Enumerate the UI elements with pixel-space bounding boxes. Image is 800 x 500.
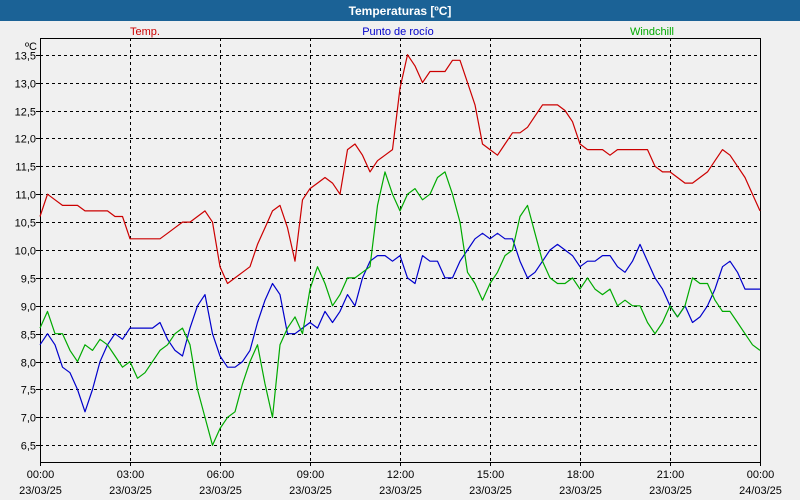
- y-axis-unit: ºC: [25, 41, 37, 53]
- x-tick-time: 06:00: [207, 469, 235, 481]
- y-tick-label: 10,5: [15, 218, 36, 230]
- y-tick-label: 6,5: [21, 441, 36, 453]
- y-tick-label: 11,5: [15, 162, 36, 174]
- x-tick-time: 09:00: [297, 469, 325, 481]
- y-tick-label: 7,0: [21, 413, 36, 425]
- x-tick-date: 23/03/25: [199, 485, 242, 497]
- y-tick-label: 9,0: [21, 302, 36, 314]
- legend-entry-temp: Temp.: [130, 26, 160, 38]
- legend-entry-punto-de-roc-o: Punto de rocío: [362, 26, 434, 38]
- x-tick-date: 23/03/25: [109, 485, 152, 497]
- x-tick-time: 03:00: [117, 469, 145, 481]
- y-tick-label: 10,0: [15, 246, 36, 258]
- temperature-chart: 6,5 7,0 7,5 8,0 8,5 9,0 9,5 10,0 10,5 11,0 11,5 12,…: [15, 26, 782, 497]
- x-tick-time: 18:00: [567, 469, 595, 481]
- x-tick-time: 12:00: [387, 469, 415, 481]
- x-tick-date: 23/03/25: [379, 485, 422, 497]
- y-tick-label: 9,5: [21, 274, 36, 286]
- x-tick-time: 00:00: [747, 469, 775, 481]
- y-tick-label: 13,0: [15, 79, 36, 91]
- x-tick-date: 23/03/25: [19, 485, 62, 497]
- x-tick-time: 15:00: [477, 469, 505, 481]
- y-tick-label: 12,5: [15, 107, 36, 119]
- legend: Temp. Punto de rocío Windchill: [130, 26, 674, 38]
- y-tick-label: 12,0: [15, 134, 36, 146]
- x-tick-date: 23/03/25: [649, 485, 692, 497]
- axis-layer: 6,5 7,0 7,5 8,0 8,5 9,0 9,5 10,0 10,5 11,0 11,5 12,…: [15, 41, 782, 497]
- y-tick-label: 7,5: [21, 385, 36, 397]
- x-tick-date: 23/03/25: [469, 485, 512, 497]
- x-tick-time: 00:00: [27, 469, 55, 481]
- y-tick-label: 11,0: [15, 190, 36, 202]
- y-tick-label: 8,5: [21, 330, 36, 342]
- y-tick-label: 8,0: [21, 358, 36, 370]
- x-tick-date: 24/03/25: [739, 485, 782, 497]
- x-tick-date: 23/03/25: [289, 485, 332, 497]
- grid: [40, 38, 760, 462]
- legend-entry-windchill: Windchill: [630, 26, 674, 38]
- x-tick-date: 23/03/25: [559, 485, 602, 497]
- x-tick-time: 21:00: [657, 469, 685, 481]
